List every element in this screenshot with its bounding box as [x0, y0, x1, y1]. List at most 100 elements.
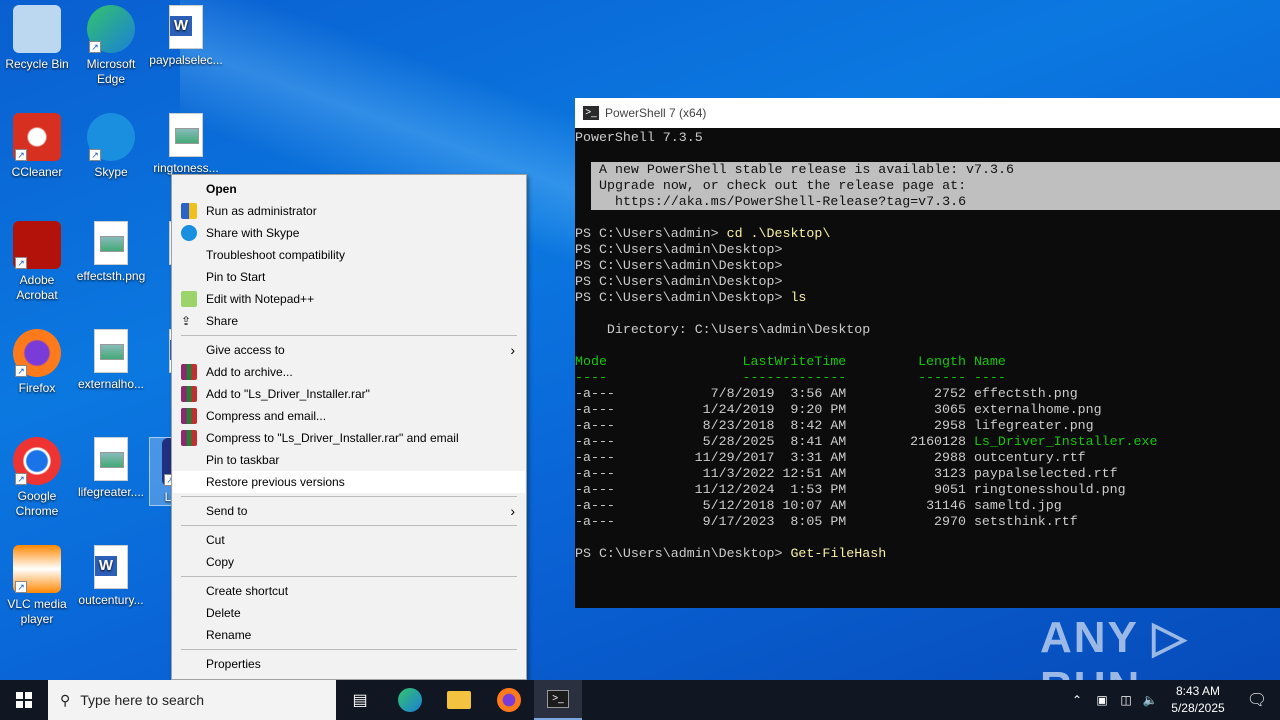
desktop-icon[interactable]: effectsth.png	[74, 221, 148, 284]
text: PS C:\Users\admin\Desktop>	[575, 274, 791, 289]
menu-item[interactable]: Edit with Notepad++	[173, 288, 525, 310]
powershell-window[interactable]: >_ PowerShell 7 (x64) PowerShell 7.3.5 A …	[575, 98, 1280, 608]
file-time: 10:07 AM	[782, 498, 847, 513]
camera-icon[interactable]: ▣	[1090, 693, 1114, 707]
menu-item[interactable]: Delete	[173, 602, 525, 624]
taskbar-firefox[interactable]	[485, 680, 533, 720]
show-hidden-icons-chevron-icon[interactable]: ⌃	[1064, 693, 1090, 707]
word-doc-icon	[94, 545, 128, 589]
file-row: -a--- 8/23/2018 8:42 AM 2958 lifegreater.png	[575, 418, 1280, 434]
desktop-icon[interactable]: ↗ CCleaner	[0, 113, 74, 180]
desktop-icon[interactable]: ringtoness...	[149, 113, 223, 176]
file-date: 8/23/2018	[702, 418, 775, 433]
shortcut-arrow-icon: ↗	[89, 41, 101, 53]
file-time: 8:41 AM	[790, 434, 847, 449]
col-mode: Mode	[575, 354, 607, 369]
window-title-bar[interactable]: >_ PowerShell 7 (x64)	[575, 98, 1280, 128]
menu-item[interactable]: Cut	[173, 529, 525, 551]
text: PS C:\Users\admin\Desktop>	[575, 290, 791, 305]
menu-item[interactable]: Share with Skype	[173, 222, 525, 244]
prompt-line: PS C:\Users\admin> cd .\Desktop\	[575, 226, 1280, 242]
shortcut-arrow-icon: ↗	[15, 149, 27, 161]
taskbar-powershell[interactable]: >_	[534, 680, 582, 720]
menu-separator	[181, 576, 517, 577]
menu-item[interactable]: ⇪ Share	[173, 310, 525, 332]
desktop-icon-label: CCleaner	[11, 165, 63, 179]
desktop-icon[interactable]: ↗ Skype	[74, 113, 148, 180]
desktop-icon-label: externalho...	[77, 377, 145, 391]
clock-time: 8:43 AM	[1175, 684, 1221, 698]
image-file-icon	[94, 437, 128, 481]
menu-item[interactable]: Properties	[173, 653, 525, 675]
folder-icon	[447, 691, 471, 709]
winrar-icon	[181, 408, 197, 424]
menu-item[interactable]: Compress to "Ls_Driver_Installer.rar" an…	[173, 427, 525, 449]
menu-item[interactable]: Copy	[173, 551, 525, 573]
col-mode: -a---	[575, 514, 615, 529]
edge-icon: ↗	[87, 5, 135, 53]
file-date: 11/12/2024	[694, 482, 775, 497]
firefox-icon	[497, 688, 521, 712]
desktop-icon[interactable]: lifegreater....	[74, 437, 148, 500]
menu-item[interactable]: Rename	[173, 624, 525, 646]
skype-icon: ↗	[87, 113, 135, 161]
menu-item-label: Properties	[206, 657, 261, 671]
recycle-bin-icon	[13, 5, 61, 53]
menu-item[interactable]: Restore previous versions	[173, 471, 525, 493]
terminal-header: PowerShell 7.3.5	[575, 130, 1280, 146]
file-date: 5/28/2025	[702, 434, 775, 449]
notifications-icon[interactable]: 🗨	[1234, 690, 1280, 710]
edge-icon	[398, 688, 422, 712]
desktop-icon[interactable]: ↗ VLC media player	[0, 545, 74, 627]
desktop-icon[interactable]: paypalselec...	[149, 5, 223, 68]
desktop-icon-label: Google Chrome	[15, 489, 59, 518]
menu-separator	[181, 496, 517, 497]
file-name: outcentury.rtf	[973, 450, 1086, 465]
file-time: 9:20 PM	[790, 402, 847, 417]
menu-item[interactable]: Pin to taskbar	[173, 449, 525, 471]
menu-item[interactable]: Add to archive...	[173, 361, 525, 383]
file-row: -a--- 5/12/2018 10:07 AM 31146 sameltd.jpg	[575, 498, 1280, 514]
col-mode: -a---	[575, 482, 615, 497]
desktop-icon[interactable]: Recycle Bin	[0, 5, 74, 72]
file-length: 2160128	[910, 434, 966, 449]
desktop-icon[interactable]: ↗ Firefox	[0, 329, 74, 396]
task-view-button[interactable]: ▤	[336, 680, 384, 720]
file-length: 2988	[934, 450, 966, 465]
taskbar-edge[interactable]	[386, 680, 434, 720]
image-file-icon	[94, 329, 128, 373]
blank	[575, 530, 1280, 546]
start-button[interactable]	[0, 680, 48, 720]
menu-item[interactable]: Give access to ›	[173, 339, 525, 361]
terminal-output[interactable]: PowerShell 7.3.5 A new PowerShell stable …	[575, 128, 1280, 562]
desktop-icon[interactable]: outcentury...	[74, 545, 148, 608]
desktop-icon[interactable]: ↗ Google Chrome	[0, 437, 74, 519]
file-length: 2970	[934, 514, 966, 529]
network-icon[interactable]: ◫	[1114, 693, 1138, 707]
file-name: effectsth.png	[973, 386, 1078, 401]
clock[interactable]: 8:43 AM 5/28/2025	[1162, 683, 1234, 717]
menu-item[interactable]: Send to ›	[173, 500, 525, 522]
desktop-icon[interactable]: ↗ Adobe Acrobat	[0, 221, 74, 303]
text: PS C:\Users\admin\Desktop>	[575, 258, 791, 273]
desktop-icon[interactable]: externalho...	[74, 329, 148, 392]
image-file-icon	[169, 113, 203, 157]
menu-item[interactable]: Compress and email...	[173, 405, 525, 427]
volume-icon[interactable]: 🔈	[1138, 693, 1162, 707]
taskbar-search-box[interactable]: ⚲ Type here to search	[48, 680, 336, 720]
menu-item[interactable]: Create shortcut	[173, 580, 525, 602]
menu-item-label: Add to archive...	[206, 365, 293, 379]
menu-item-label: Troubleshoot compatibility	[206, 248, 345, 262]
menu-item[interactable]: Open	[173, 178, 525, 200]
task-view-icon: ▤	[352, 692, 368, 709]
taskbar-file-explorer[interactable]	[435, 680, 483, 720]
file-row: -a--- 11/3/2022 12:51 AM 3123 paypalselected…	[575, 466, 1280, 482]
menu-item[interactable]: Pin to Start	[173, 266, 525, 288]
menu-item[interactable]: Run as administrator	[173, 200, 525, 222]
menu-item-label: Pin to taskbar	[206, 453, 280, 467]
desktop-icon[interactable]: ↗ Microsoft Edge	[74, 5, 148, 87]
menu-item[interactable]: Troubleshoot compatibility	[173, 244, 525, 266]
menu-item[interactable]: Add to "Ls_Driver_Installer.rar"	[173, 383, 525, 405]
shortcut-arrow-icon: ↗	[15, 365, 27, 377]
ccleaner-icon: ↗	[13, 113, 61, 161]
